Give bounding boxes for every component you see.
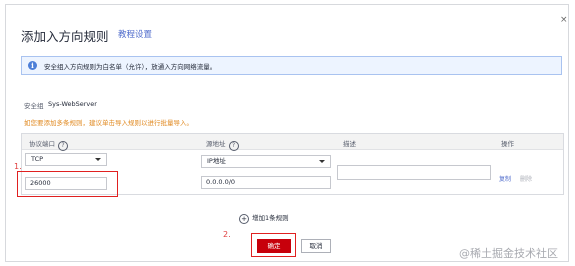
copy-link[interactable]: 复制 — [499, 174, 511, 183]
table-header: 协议端口? 源地址? 描述 操作 — [22, 134, 563, 151]
import-tip: 如您要添加多条规则，建议单击导入规则以进行批量导入。 — [24, 119, 193, 127]
help-icon[interactable]: ? — [58, 141, 68, 151]
chevron-down-icon — [319, 160, 325, 163]
source-type-select[interactable]: IP地址 — [201, 155, 331, 168]
annotation-step-2: 2. — [223, 230, 231, 239]
security-group-label: 安全组 — [24, 102, 44, 110]
help-icon[interactable]: ? — [228, 141, 239, 151]
add-inbound-rule-dialog: 添加入方向规则 教程设置 × i 安全组入方向规则为白名单（允许），放通入方向网… — [5, 4, 569, 262]
header-actions: 操作 — [501, 140, 514, 148]
annotation-step-1: 1. — [14, 162, 22, 171]
ok-button[interactable]: 确定 — [257, 239, 291, 253]
info-text: 安全组入方向规则为白名单（允许），放通入方向网络流量。 — [44, 63, 217, 71]
protocol-select[interactable]: TCP — [25, 153, 107, 166]
chevron-down-icon — [95, 158, 101, 161]
annotation-highlight-port — [17, 171, 118, 197]
source-type-value: IP地址 — [207, 157, 226, 165]
header-source: 源地址? — [206, 138, 239, 151]
close-icon[interactable]: × — [560, 16, 568, 25]
source-address-input[interactable]: 0.0.0.0/0 — [201, 176, 331, 189]
plus-icon: + — [239, 214, 249, 224]
security-group-value: Sys-WebServer — [48, 100, 97, 108]
header-description: 描述 — [343, 140, 356, 148]
add-rule-label: 增加1条规则 — [252, 214, 289, 222]
dialog-title: 添加入方向规则 — [21, 29, 109, 44]
cancel-button[interactable]: 取消 — [301, 239, 331, 253]
delete-link[interactable]: 删除 — [520, 174, 532, 183]
info-banner: i 安全组入方向规则为白名单（允许），放通入方向网络流量。 — [21, 56, 562, 75]
protocol-value: TCP — [31, 155, 44, 163]
watermark: @稀土掘金技术社区 — [459, 247, 558, 260]
header-protocol-port: 协议端口? — [29, 138, 68, 151]
info-icon: i — [28, 61, 37, 70]
add-rule-button[interactable]: + 增加1条规则 — [239, 212, 289, 224]
description-input[interactable] — [337, 165, 491, 180]
tutorial-link[interactable]: 教程设置 — [118, 28, 152, 40]
